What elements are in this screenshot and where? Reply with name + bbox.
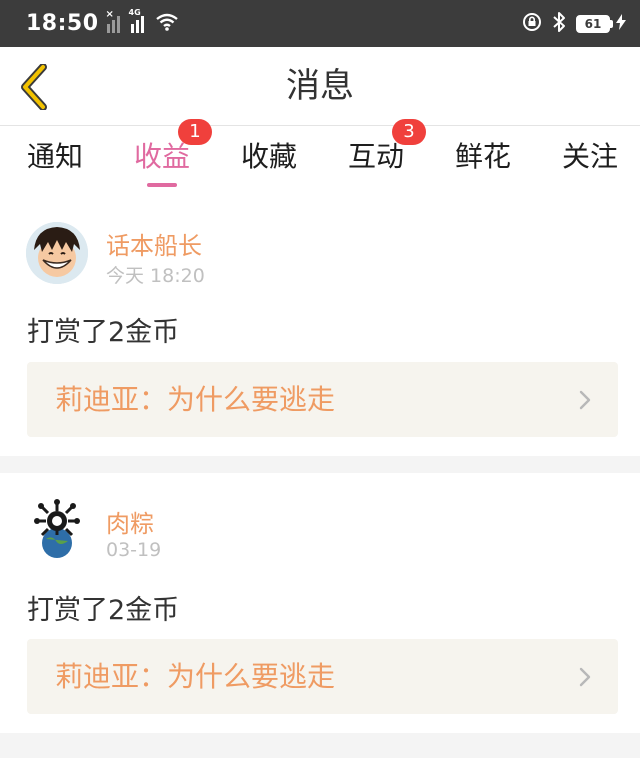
message-text: 打赏了2金币 [27, 595, 180, 626]
username[interactable]: 肉粽 [106, 504, 154, 539]
book-link[interactable]: 莉迪亚：为什么要逃走 [27, 362, 618, 437]
message-card: 话本船长 今天 18:20 打赏了2金币 莉迪亚：为什么要逃走 [0, 204, 640, 456]
tab-earnings[interactable]: 收益 1 [122, 119, 212, 204]
lock-rotation-icon [522, 12, 542, 36]
charging-icon [616, 13, 626, 34]
signal-icon: × [106, 9, 125, 33]
chevron-right-icon [579, 390, 591, 410]
status-time: 18:50 [26, 11, 99, 36]
tab-flowers[interactable]: 鲜花 [443, 126, 523, 204]
tab-bar: 通知 收益 1 收藏 互动 3 鲜花 关注 [0, 119, 640, 204]
tab-notifications[interactable]: 通知 [15, 126, 95, 204]
message-card: 肉粽 03-19 打赏了2金币 莉迪亚：为什么要逃走 [0, 473, 640, 733]
book-title: 莉迪亚：为什么要逃走 [55, 383, 336, 416]
unread-badge: 1 [178, 119, 212, 145]
tab-following[interactable]: 关注 [550, 126, 630, 204]
book-link[interactable]: 莉迪亚：为什么要逃走 [27, 639, 618, 714]
tab-favorites[interactable]: 收藏 [229, 126, 309, 204]
wifi-icon [155, 12, 179, 36]
chevron-right-icon [579, 667, 591, 687]
username[interactable]: 话本船长 [106, 226, 202, 261]
unread-badge: 3 [392, 119, 426, 145]
tab-interactions[interactable]: 互动 3 [336, 119, 426, 204]
book-title: 莉迪亚：为什么要逃走 [55, 660, 336, 693]
active-tab-indicator [147, 183, 177, 187]
status-bar: 18:50 × 4G 61 [0, 0, 640, 47]
battery-icon: 61 [576, 13, 626, 34]
nav-header: 消息 [0, 47, 640, 126]
message-text: 打赏了2金币 [27, 317, 180, 348]
timestamp: 今天 18:20 [106, 265, 205, 287]
bluetooth-icon [551, 11, 567, 37]
page-title: 消息 [286, 66, 354, 106]
signal-4g-icon: 4G [129, 8, 149, 33]
avatar[interactable] [26, 222, 88, 284]
timestamp: 03-19 [106, 539, 162, 561]
avatar[interactable] [26, 497, 88, 559]
